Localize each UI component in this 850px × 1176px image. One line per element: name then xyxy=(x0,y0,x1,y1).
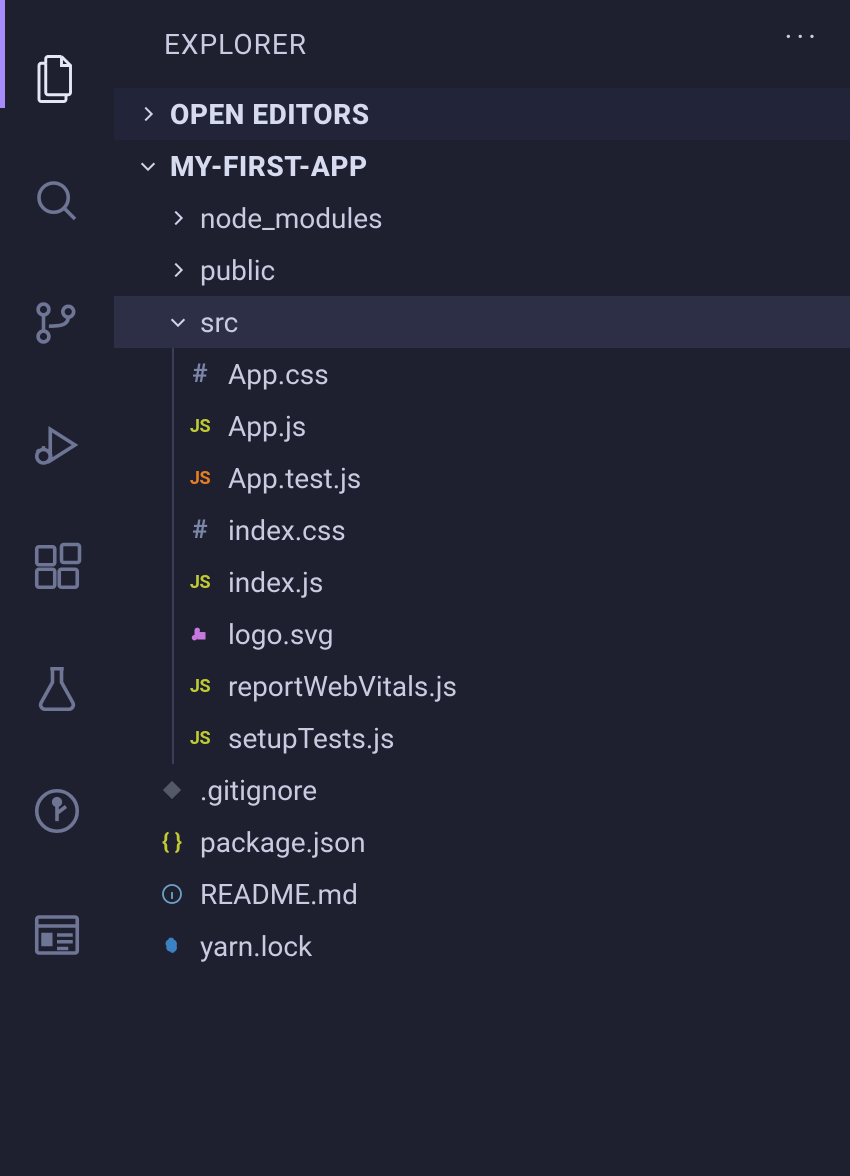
search-icon xyxy=(30,174,84,228)
file-label: logo.svg xyxy=(228,618,333,651)
activity-extensions[interactable] xyxy=(0,506,114,628)
activity-testing[interactable] xyxy=(0,628,114,750)
file-readme-md[interactable]: README.md xyxy=(114,868,850,920)
git-circle-icon xyxy=(30,784,84,838)
folder-label: src xyxy=(200,306,238,339)
file-index-css[interactable]: # index.css xyxy=(174,504,850,556)
svg-icon xyxy=(182,616,218,652)
file-label: yarn.lock xyxy=(200,930,312,963)
activity-panel-toggle[interactable] xyxy=(0,874,114,996)
json-icon: { } xyxy=(154,824,190,860)
activity-explorer[interactable] xyxy=(0,18,114,140)
activity-bar xyxy=(0,0,114,1176)
chevron-down-icon xyxy=(132,155,164,177)
file-app-css[interactable]: # App.css xyxy=(174,348,850,400)
file-logo-svg[interactable]: logo.svg xyxy=(174,608,850,660)
section-project-label: MY-FIRST-APP xyxy=(170,150,368,183)
yarn-icon xyxy=(154,928,190,964)
chevron-right-icon xyxy=(132,103,164,125)
file-app-test-js[interactable]: JS App.test.js xyxy=(174,452,850,504)
chevron-down-icon xyxy=(162,311,194,333)
file-label: setupTests.js xyxy=(228,722,394,755)
play-bug-icon xyxy=(30,418,84,472)
file-label: App.css xyxy=(228,358,329,391)
file-label: package.json xyxy=(200,826,366,859)
file-index-js[interactable]: JS index.js xyxy=(174,556,850,608)
section-open-editors[interactable]: OPEN EDITORS xyxy=(114,88,850,140)
file-yarn-lock[interactable]: yarn.lock xyxy=(114,920,850,972)
activity-source-control[interactable] xyxy=(0,262,114,384)
files-icon xyxy=(30,52,84,106)
explorer-sidebar: EXPLORER ··· OPEN EDITORS MY-FIRST-APP n… xyxy=(114,0,850,1176)
file-package-json[interactable]: { } package.json xyxy=(114,816,850,868)
file-tree: node_modules public src # App.css JS App… xyxy=(114,192,850,972)
file-reportwebvitals-js[interactable]: JS reportWebVitals.js xyxy=(174,660,850,712)
more-actions-button[interactable]: ··· xyxy=(784,23,820,53)
file-label: index.css xyxy=(228,514,346,547)
file-label: README.md xyxy=(200,878,358,911)
flask-icon xyxy=(30,662,84,716)
activity-debug[interactable] xyxy=(0,384,114,506)
file-label: App.js xyxy=(228,410,306,443)
file-label: App.test.js xyxy=(228,462,361,495)
sidebar-header: EXPLORER ··· xyxy=(114,0,850,88)
chevron-right-icon xyxy=(162,207,194,229)
activity-search[interactable] xyxy=(0,140,114,262)
js-test-icon: JS xyxy=(182,460,218,496)
folder-label: public xyxy=(200,254,275,287)
js-icon: JS xyxy=(182,408,218,444)
folder-public[interactable]: public xyxy=(114,244,850,296)
section-open-editors-label: OPEN EDITORS xyxy=(170,98,370,131)
file-label: .gitignore xyxy=(200,774,317,807)
section-project[interactable]: MY-FIRST-APP xyxy=(114,140,850,192)
file-gitignore[interactable]: .gitignore xyxy=(114,764,850,816)
folder-node-modules[interactable]: node_modules xyxy=(114,192,850,244)
extensions-icon xyxy=(30,540,84,594)
info-icon xyxy=(154,876,190,912)
file-label: reportWebVitals.js xyxy=(228,670,457,703)
branch-icon xyxy=(30,296,84,350)
chevron-right-icon xyxy=(162,259,194,281)
activity-git-graph[interactable] xyxy=(0,750,114,872)
js-icon: JS xyxy=(182,668,218,704)
file-app-js[interactable]: JS App.js xyxy=(174,400,850,452)
css-icon: # xyxy=(182,356,218,392)
folder-label: node_modules xyxy=(200,202,383,235)
src-children: # App.css JS App.js JS App.test.js # ind… xyxy=(172,348,850,764)
sidebar-title: EXPLORER xyxy=(164,28,784,61)
css-icon: # xyxy=(182,512,218,548)
folder-src[interactable]: src xyxy=(114,296,850,348)
git-icon xyxy=(154,772,190,808)
panel-icon xyxy=(30,908,84,962)
js-icon: JS xyxy=(182,564,218,600)
js-icon: JS xyxy=(182,720,218,756)
file-setuptests-js[interactable]: JS setupTests.js xyxy=(174,712,850,764)
file-label: index.js xyxy=(228,566,323,599)
